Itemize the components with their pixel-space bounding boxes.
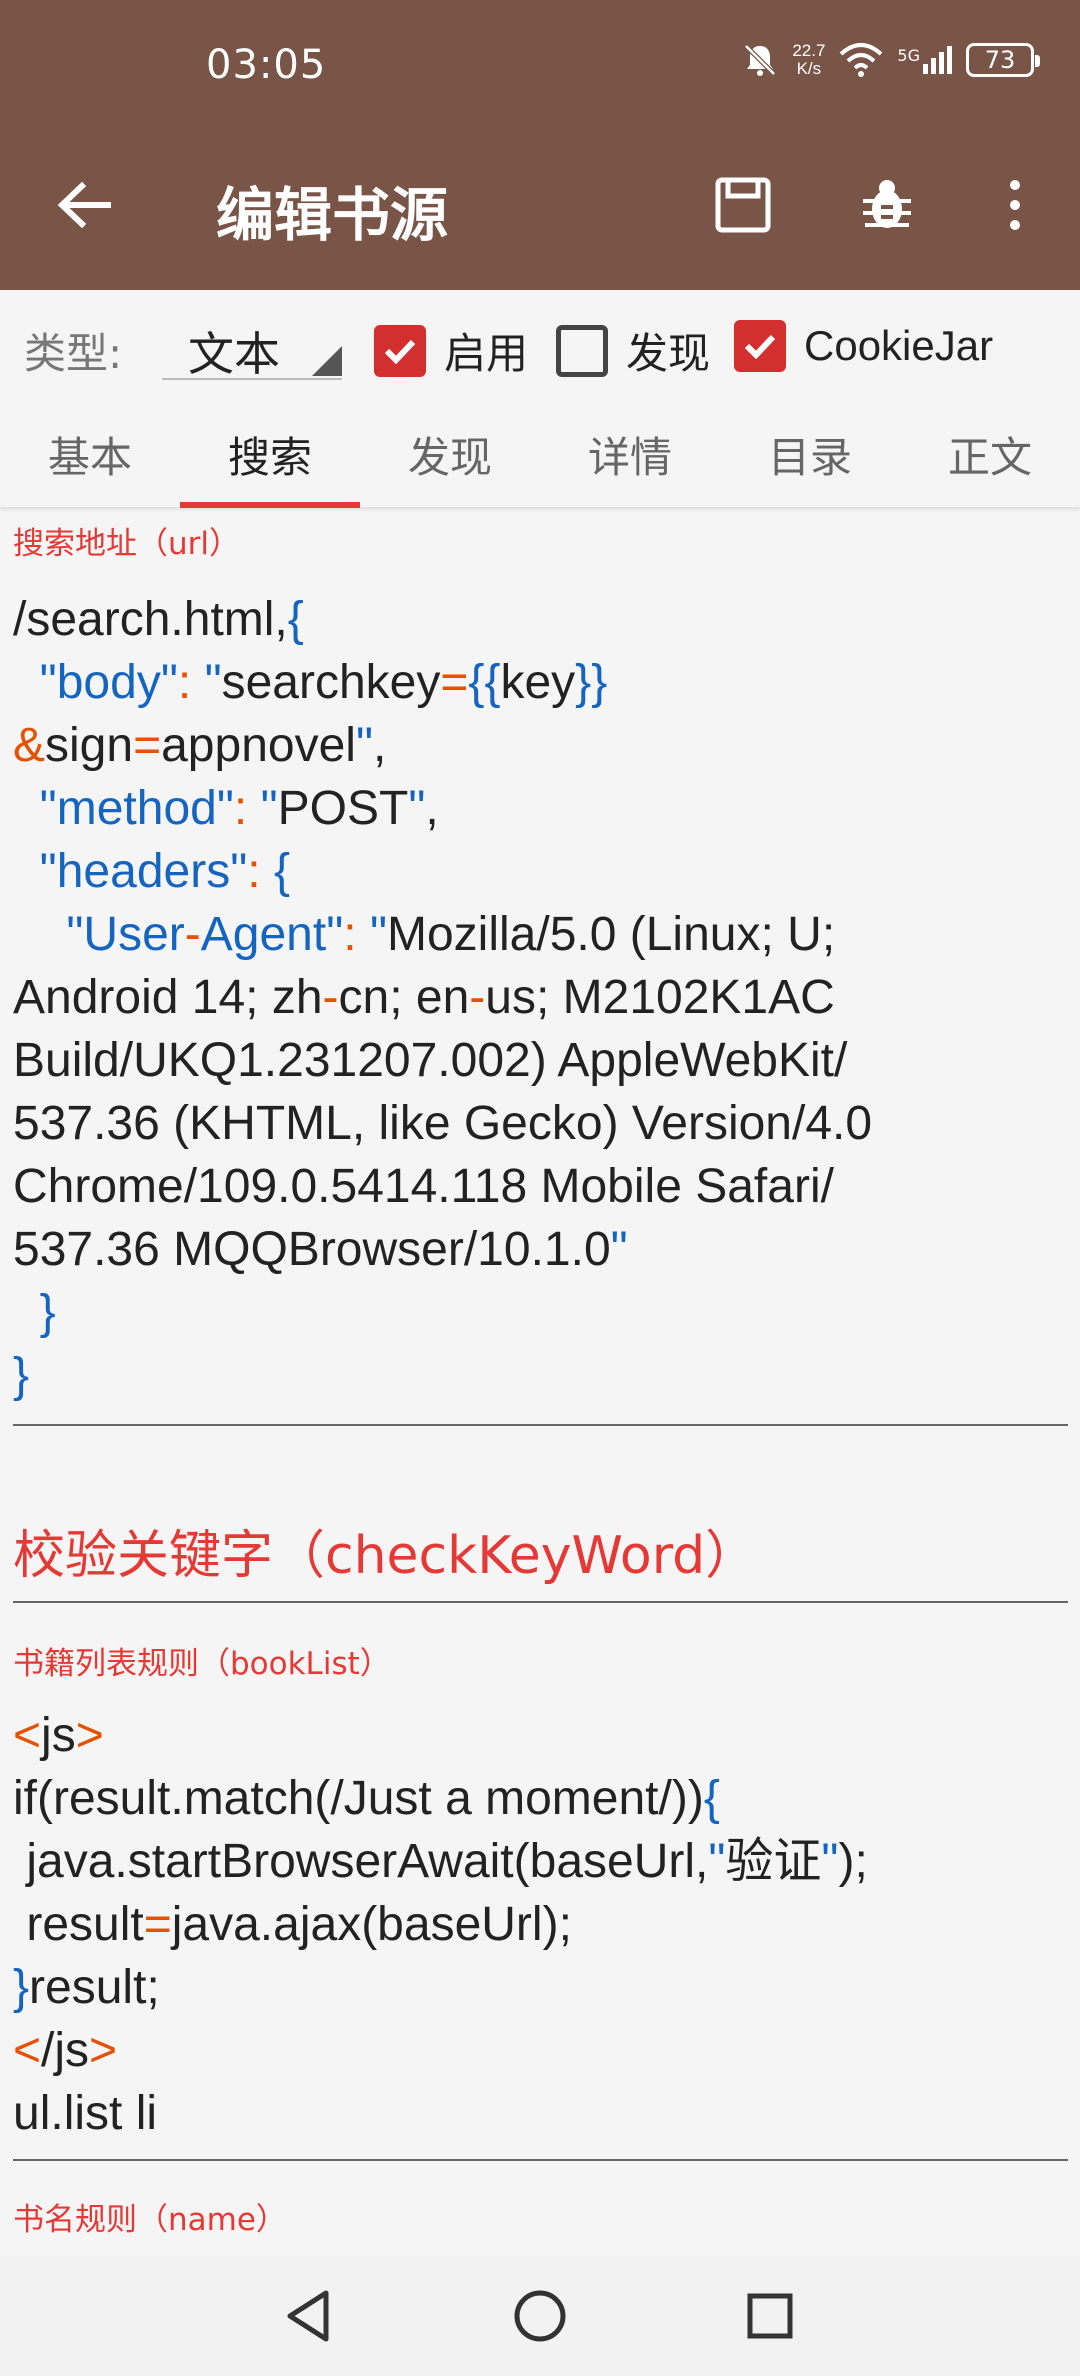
battery-level: 73 — [984, 46, 1016, 74]
code-line: Android 14; zh-cn; en-us; M2102K1AC — [13, 971, 835, 1024]
code-line: result=java.ajax(baseUrl); — [13, 1898, 572, 1951]
code-line: if(result.match(/Just a moment/)){ — [13, 1772, 720, 1825]
checkbox-checked-icon — [374, 324, 426, 377]
divider — [13, 1601, 1068, 1603]
code-line: }result; — [13, 1961, 160, 2014]
nav-recents-button[interactable] — [740, 2286, 800, 2346]
checkbox-checked-icon — [734, 320, 786, 372]
search-url-field[interactable]: /search.html,{ "body": "searchkey={{key}… — [13, 588, 1068, 1407]
enabled-label: 启用 — [444, 329, 529, 378]
book-list-label: 书籍列表规则（bookList） — [13, 1646, 391, 1682]
navigation-bar — [0, 2256, 1080, 2376]
save-button[interactable] — [708, 170, 778, 240]
discover-label: 发现 — [626, 329, 711, 378]
more-options-button[interactable] — [980, 170, 1050, 240]
book-list-field[interactable]: <js> if(result.match(/Just a moment/)){ j… — [13, 1704, 1068, 2145]
code-line: "body": "searchkey={{key}} — [39, 656, 608, 709]
bell-muted-icon — [744, 44, 777, 76]
signal-bars-icon — [923, 46, 952, 74]
discover-checkbox[interactable]: 发现 — [556, 320, 710, 381]
code-line: 537.36 (KHTML, like Gecko) Version/4.0 — [13, 1097, 873, 1150]
save-icon — [715, 177, 771, 233]
type-label: 类型: — [24, 329, 123, 378]
code-line: } — [13, 1349, 30, 1402]
code-line: /search.html,{ — [13, 593, 304, 646]
cookiejar-label: CookieJar — [804, 322, 994, 369]
battery-icon: 73 — [966, 43, 1040, 77]
nav-back-button[interactable] — [278, 2286, 338, 2346]
divider — [13, 2159, 1068, 2161]
name-rule-label: 书名规则（name） — [13, 2202, 287, 2238]
more-vert-icon — [1010, 180, 1020, 230]
page-title: 编辑书源 — [216, 181, 449, 249]
circle-home-icon — [514, 2290, 566, 2342]
tab-toc[interactable]: 目录 — [720, 400, 900, 508]
tab-detail[interactable]: 详情 — [540, 400, 720, 508]
square-recents-icon — [747, 2293, 793, 2339]
type-value: 文本 — [188, 327, 280, 381]
tab-discover[interactable]: 发现 — [360, 400, 540, 508]
tab-search[interactable]: 搜索 — [180, 400, 360, 508]
code-line: ul.list li — [13, 2087, 158, 2140]
network-type: 5G — [897, 46, 920, 65]
spinner-arrow-icon — [312, 346, 342, 376]
status-icons: 22.7 K/s 5G 73 — [742, 41, 1040, 78]
tab-basic[interactable]: 基本 — [0, 400, 180, 508]
checkbox-unchecked-icon — [556, 324, 608, 377]
code-line: Build/UKQ1.231207.002) AppleWebKit/ — [13, 1034, 848, 1087]
back-button[interactable] — [50, 170, 120, 240]
code-line: &sign=appnovel", — [13, 719, 387, 772]
app-bar: 03:05 22.7 K/s 5G 73 编辑书源 — [0, 0, 1080, 290]
divider — [13, 1424, 1068, 1426]
code-line: <js> — [13, 1709, 104, 1762]
network-speed: 22.7 K/s — [792, 41, 826, 78]
debug-button[interactable] — [852, 170, 922, 240]
check-keyword-field[interactable]: 校验关键字（checkKeyWord） — [13, 1513, 757, 1588]
code-line: 537.36 MQQBrowser/10.1.0" — [13, 1223, 628, 1276]
form-content: 搜索地址（url） /search.html,{ "body": "search… — [0, 508, 1080, 2256]
code-line: "User-Agent": "Mozilla/5.0 (Linux; U; — [66, 908, 836, 961]
wifi-icon — [840, 43, 883, 77]
arrow-back-icon — [57, 181, 111, 229]
type-row: 类型: 文本 启用 发现 CookieJar — [0, 290, 1080, 400]
nav-home-button[interactable] — [510, 2286, 570, 2346]
status-bar: 03:05 22.7 K/s 5G 73 — [0, 0, 1080, 140]
search-url-label: 搜索地址（url） — [13, 526, 241, 562]
status-time: 03:05 — [206, 42, 327, 88]
toolbar: 编辑书源 — [0, 140, 1080, 290]
tab-content[interactable]: 正文 — [900, 400, 1080, 508]
triangle-back-icon — [287, 2290, 329, 2342]
enabled-checkbox[interactable]: 启用 — [374, 320, 528, 381]
tab-bar: 基本 搜索 发现 详情 目录 正文 — [0, 400, 1080, 508]
code-line: </js> — [13, 2024, 118, 2077]
code-line: java.startBrowserAwait(baseUrl,"验证"); — [13, 1835, 868, 1888]
bug-icon — [863, 180, 911, 228]
code-line: } — [39, 1286, 56, 1339]
type-spinner[interactable]: 文本 — [162, 308, 342, 381]
code-line: "headers": { — [39, 845, 290, 898]
code-line: "method": "POST", — [39, 782, 439, 835]
signal-indicator: 5G — [897, 46, 952, 74]
code-line: Chrome/109.0.5414.118 Mobile Safari/ — [13, 1160, 834, 1213]
cookiejar-checkbox[interactable]: CookieJar — [734, 320, 993, 372]
